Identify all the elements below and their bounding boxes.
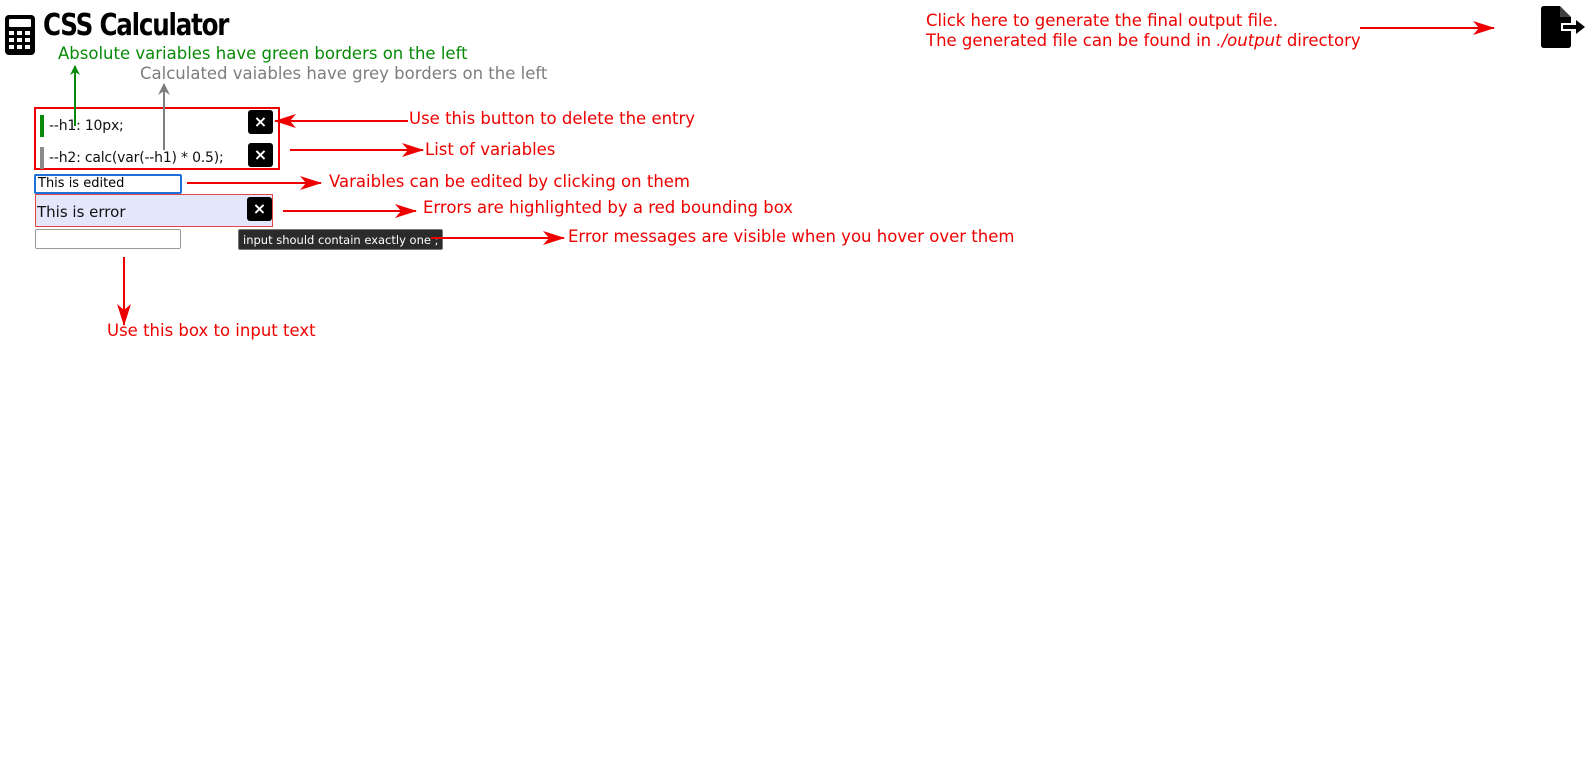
error-entry[interactable]: This is error × bbox=[35, 194, 273, 227]
variable-text[interactable]: --h1: 10px; bbox=[49, 118, 124, 134]
variable-list: --h1: 10px; × --h2: calc(var(--h1) * 0.5… bbox=[34, 107, 280, 170]
export-annotation-line1: Click here to generate the final output … bbox=[926, 11, 1278, 30]
edit-variable-field[interactable]: This is edited bbox=[34, 174, 182, 194]
delete-annotation: Use this button to delete the entry bbox=[409, 109, 696, 128]
error-message-annotation: Error messages are visible when you hove… bbox=[568, 227, 1015, 246]
variable-row[interactable]: --h2: calc(var(--h1) * 0.5); bbox=[40, 146, 224, 170]
absolute-variable-annotation: Absolute variables have green borders on… bbox=[58, 44, 468, 63]
calculator-icon bbox=[4, 14, 38, 56]
app-title: CSS Calculator bbox=[43, 8, 229, 43]
variable-row[interactable]: --h1: 10px; bbox=[40, 114, 124, 138]
edit-annotation: Varaibles can be edited by clicking on t… bbox=[329, 172, 691, 191]
error-entry-text[interactable]: This is error bbox=[37, 203, 125, 221]
variable-text[interactable]: --h2: calc(var(--h1) * 0.5); bbox=[49, 150, 224, 166]
delete-button[interactable]: × bbox=[248, 110, 273, 134]
new-entry-input[interactable] bbox=[35, 229, 181, 249]
file-export-icon[interactable] bbox=[1541, 6, 1595, 54]
delete-button[interactable]: × bbox=[247, 197, 272, 221]
error-annotation: Errors are highlighted by a red bounding… bbox=[423, 198, 794, 217]
export-annotation-line2: The generated file can be found in ./out… bbox=[926, 31, 1361, 50]
input-annotation: Use this box to input text bbox=[107, 321, 316, 340]
list-annotation: List of variables bbox=[425, 140, 556, 159]
absolute-variable-marker bbox=[40, 115, 44, 137]
error-tooltip: input should contain exactly one ; bbox=[238, 229, 444, 250]
calculated-variable-annotation: Calculated vaiables have grey borders on… bbox=[140, 64, 548, 83]
calculated-variable-marker bbox=[40, 147, 44, 169]
delete-button[interactable]: × bbox=[248, 143, 273, 167]
